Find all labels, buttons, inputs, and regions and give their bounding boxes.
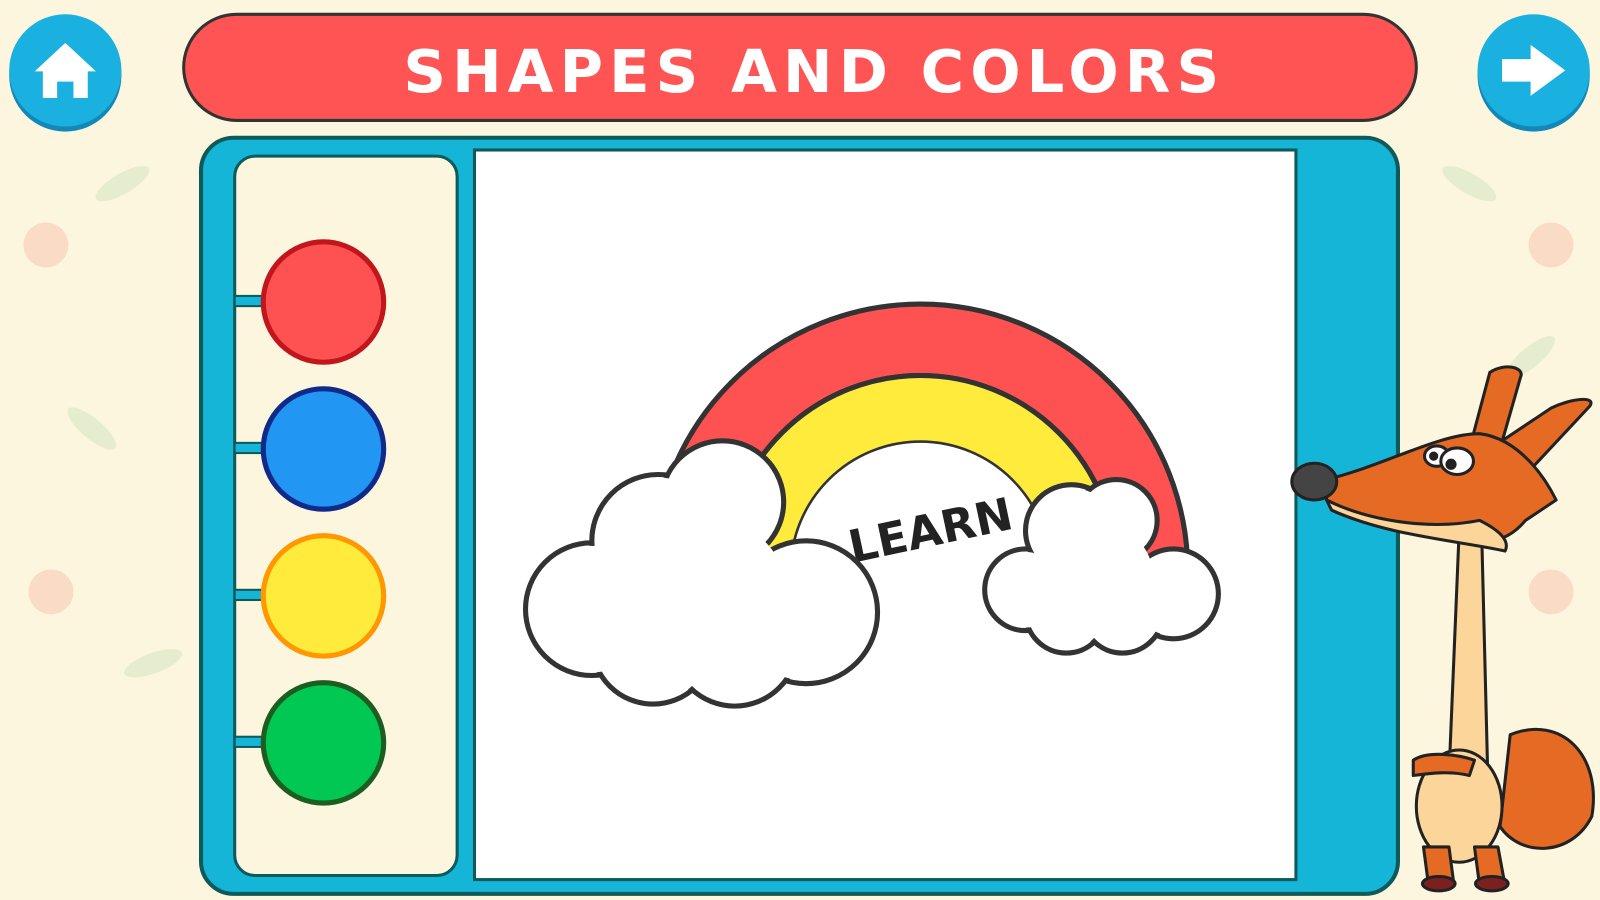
color-swatch-yellow[interactable] [260,533,387,659]
color-swatch-red[interactable] [260,239,387,365]
swatch-connector [233,441,267,455]
swatch-connector [233,294,267,308]
color-swatch-blue[interactable] [260,386,387,512]
swatch-connector [233,735,267,748]
color-palette [233,154,459,878]
title-bar: SHAPES AND COLORS [182,12,1418,122]
game-screen: SHAPES AND COLORS LEARN [9,12,1595,896]
next-button[interactable] [1477,14,1590,132]
page-title: SHAPES AND COLORS [403,37,1225,106]
home-button[interactable] [9,14,122,132]
swatch-connector [233,588,267,602]
color-swatch-green[interactable] [260,680,387,806]
drawing-canvas[interactable]: LEARN [472,148,1298,882]
